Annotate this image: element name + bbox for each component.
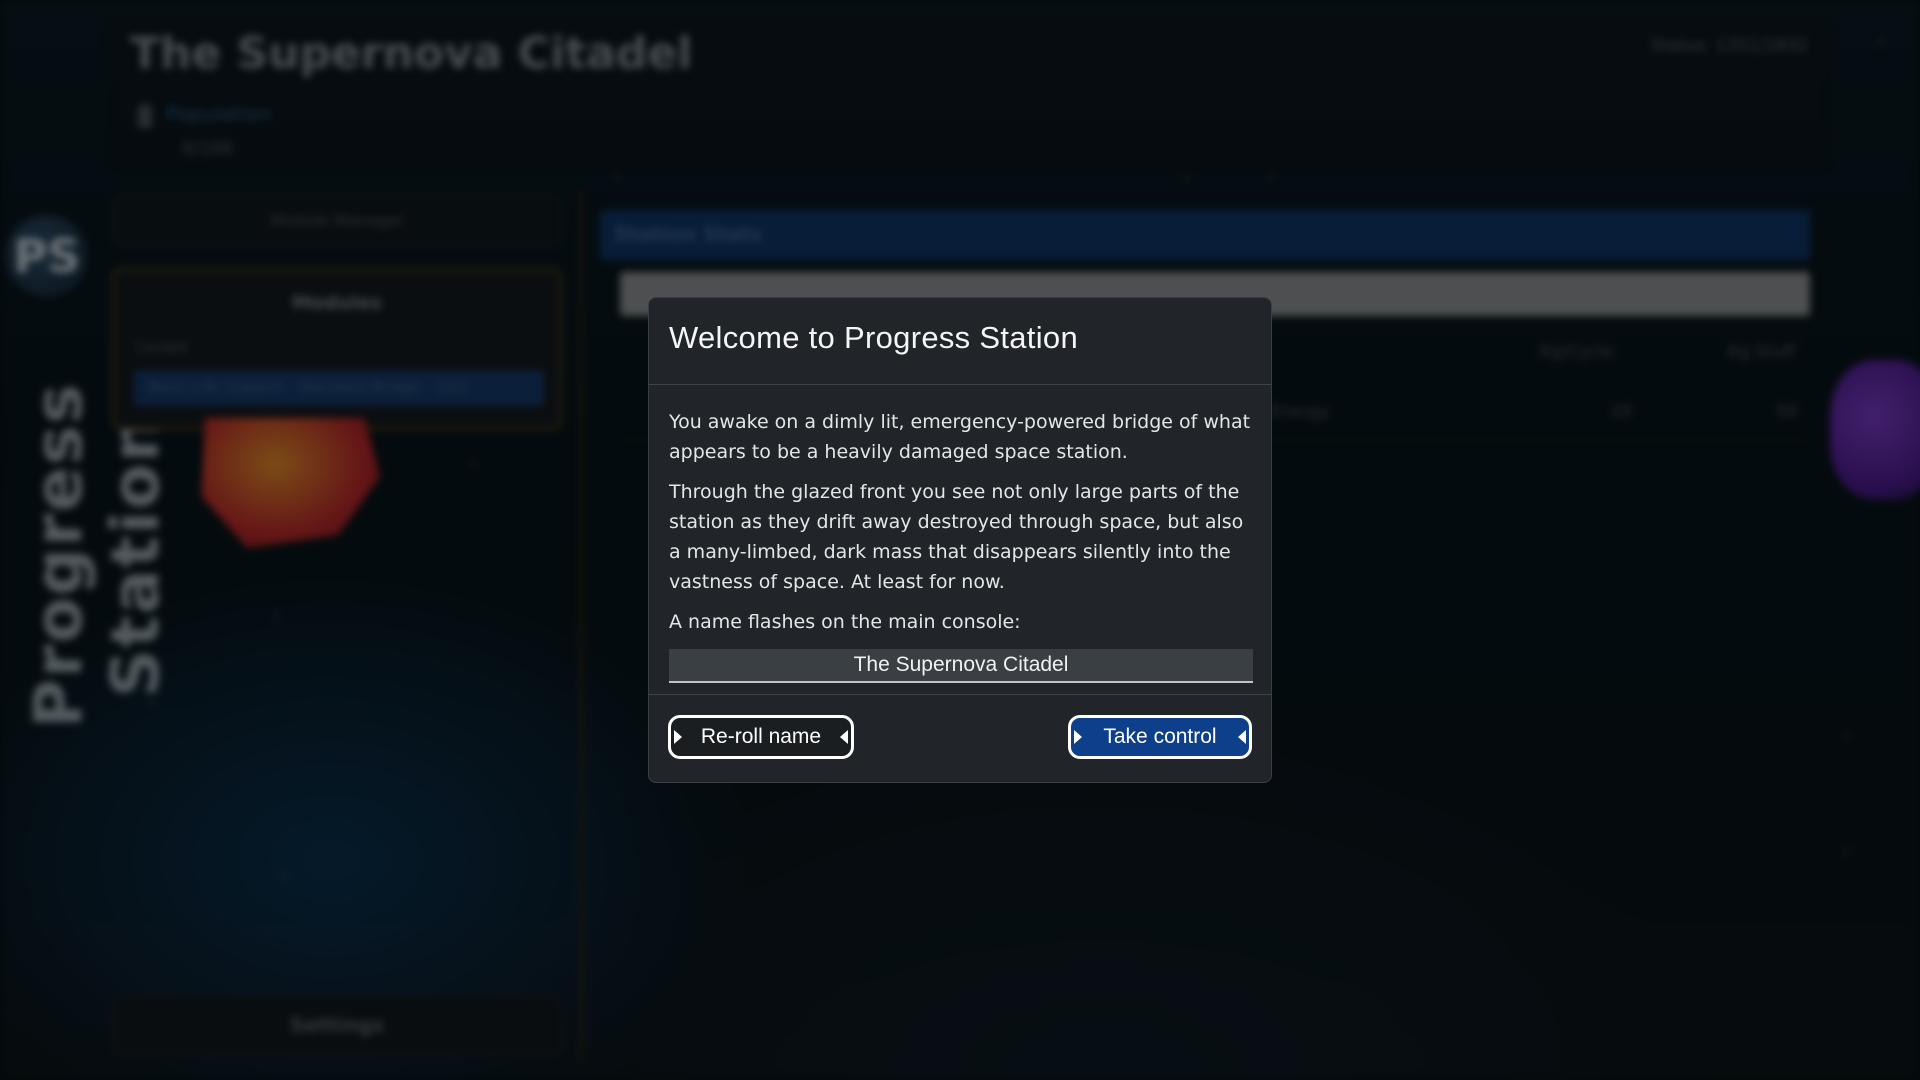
name-prompt: A name flashes on the main console: — [669, 611, 1021, 633]
dialog-title: Welcome to Progress Station — [669, 320, 1078, 355]
arrow-left-icon — [1238, 730, 1246, 744]
reroll-name-label: Re-roll name — [700, 725, 822, 748]
reroll-name-button[interactable]: Re-roll name — [668, 715, 854, 759]
dialog-header: Welcome to Progress Station — [649, 298, 1271, 385]
dialog-body: You awake on a dimly lit, emergency-powe… — [649, 385, 1271, 695]
arrow-left-icon — [840, 730, 848, 744]
take-control-button[interactable]: Take control — [1068, 715, 1252, 759]
welcome-dialog: Welcome to Progress Station You awake on… — [648, 297, 1272, 783]
story-paragraph: Through the glazed front you see not onl… — [669, 481, 1244, 593]
arrow-right-icon — [1074, 730, 1082, 744]
station-name-display: The Supernova Citadel — [669, 649, 1253, 683]
dialog-footer: Re-roll name Take control — [649, 695, 1271, 782]
arrow-right-icon — [674, 730, 682, 744]
take-control-label: Take control — [1103, 725, 1217, 748]
intro-paragraph: You awake on a dimly lit, emergency-powe… — [669, 411, 1251, 463]
